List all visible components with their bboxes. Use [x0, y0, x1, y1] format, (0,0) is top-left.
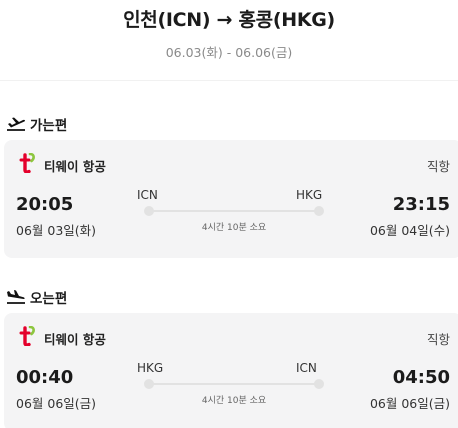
departure-date: 06월 06일(금)	[16, 396, 97, 411]
outbound-section-header: 가는편	[6, 113, 67, 135]
tway-logo-icon	[19, 153, 35, 173]
departure-airport: ICN	[137, 188, 158, 202]
outbound-section-label: 가는편	[30, 118, 68, 134]
arrival-date: 06월 04일(수)	[369, 223, 450, 238]
origin-dot	[144, 379, 154, 389]
arrival-airport: HKG	[296, 188, 323, 202]
destination-dot	[314, 206, 324, 216]
plane-takeoff-icon	[7, 117, 25, 131]
header-divider	[0, 80, 458, 81]
flight-duration: 4시간 10분 소요	[201, 396, 267, 406]
departure-time: 20:05	[16, 194, 74, 215]
route-title: 인천(ICN) → 홍콩(HKG)	[123, 9, 335, 31]
arrival-time: 23:15	[392, 194, 450, 215]
arrival-date: 06월 06일(금)	[369, 396, 450, 411]
tway-logo-icon	[19, 326, 35, 346]
arrival-airport: ICN	[296, 361, 317, 375]
route-line	[149, 210, 319, 212]
flight-duration: 4시간 10분 소요	[201, 223, 267, 233]
airline-name: 티웨이 항공	[44, 332, 106, 347]
departure-airport: HKG	[137, 361, 164, 375]
departure-date: 06월 03일(화)	[16, 223, 97, 238]
inbound-section-header: 오는편	[6, 286, 67, 308]
plane-landing-icon	[7, 290, 25, 304]
airline-name: 티웨이 항공	[44, 159, 106, 174]
inbound-section-label: 오는편	[30, 291, 68, 307]
flight-type-badge: 직항	[426, 332, 450, 347]
flight-type-badge: 직항	[426, 159, 450, 174]
arrival-time: 04:50	[392, 367, 450, 388]
inbound-flight-card[interactable]: 티웨이 항공 직항 00:40 06월 06일(금) HKG ICN 4시간 1…	[4, 313, 458, 428]
origin-dot	[144, 206, 154, 216]
route-line	[149, 383, 319, 385]
outbound-flight-card[interactable]: 티웨이 항공 직항 20:05 06월 03일(화) ICN HKG 4시간 1…	[4, 140, 458, 258]
destination-dot	[314, 379, 324, 389]
trip-date-range: 06.03(화) - 06.06(금)	[165, 45, 293, 60]
trip-header: 인천(ICN) → 홍콩(HKG) 06.03(화) - 06.06(금)	[0, 0, 458, 70]
departure-time: 00:40	[16, 367, 74, 388]
